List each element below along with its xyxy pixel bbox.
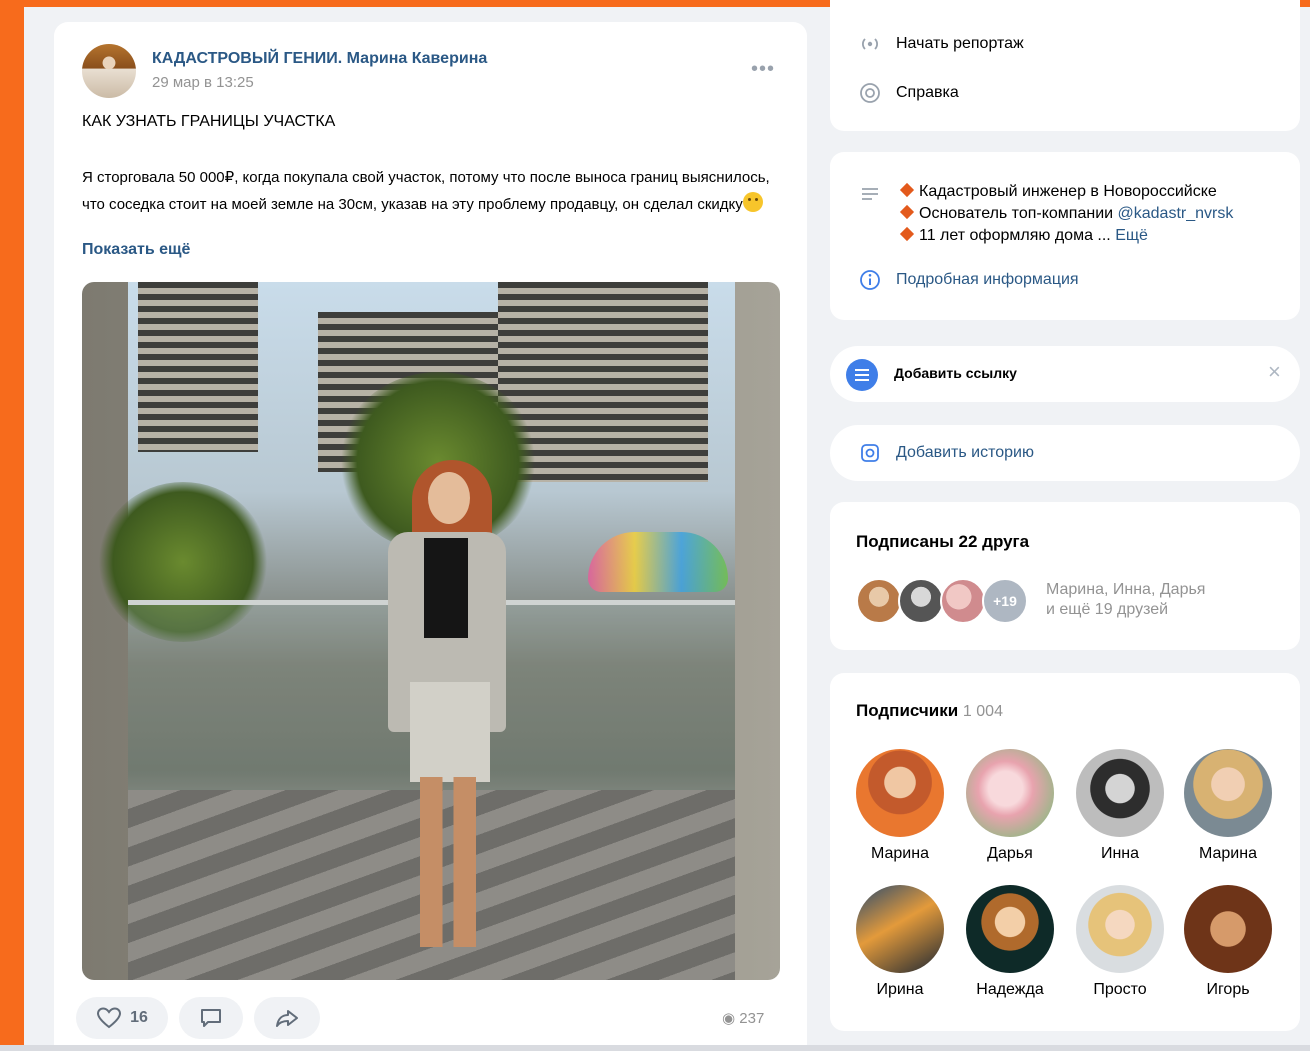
follower-avatar <box>966 749 1054 837</box>
follower-avatar <box>856 749 944 837</box>
comment-icon <box>201 1009 221 1027</box>
more-options-icon[interactable]: ••• <box>751 58 775 81</box>
follower-item[interactable]: Инна <box>1070 749 1170 863</box>
help-icon <box>858 81 882 105</box>
photo-scene <box>98 282 735 980</box>
friend-avatar[interactable] <box>856 578 902 624</box>
follower-name: Марина <box>871 845 929 862</box>
post-text: Я сторговала 50 000₽, когда покупала сво… <box>82 164 772 218</box>
post-photo[interactable] <box>82 282 780 980</box>
follower-name: Дарья <box>987 845 1033 862</box>
follower-item[interactable]: Надежда <box>960 885 1060 999</box>
text-lines-icon <box>858 182 882 206</box>
info-icon <box>858 268 882 292</box>
like-count: 16 <box>130 1009 148 1026</box>
wink-emoji-icon <box>742 192 763 212</box>
followers-count: 1 004 <box>962 703 1003 720</box>
about-line-text: 11 лет оформляю дома ... <box>919 227 1116 244</box>
friend-avatar[interactable] <box>898 578 944 624</box>
add-story-label: Добавить историю <box>896 444 1034 461</box>
friend-avatar[interactable] <box>940 578 986 624</box>
about-status: Кадастровый инженер в Новороссийске Осно… <box>899 181 1234 247</box>
help-label: Справка <box>896 84 959 101</box>
instagram-handle-link[interactable]: @kadastr_nvrsk <box>1118 205 1234 222</box>
start-broadcast-label: Начать репортаж <box>896 35 1024 52</box>
follower-item[interactable]: Просто <box>1070 885 1170 999</box>
about-line: 11 лет оформляю дома ... Ещё <box>899 225 1233 247</box>
post-author[interactable]: КАДАСТРОВЫЙ ГЕНИИ. Марина Каверина <box>152 50 487 68</box>
follower-item[interactable]: Марина <box>850 749 950 863</box>
link-list-icon <box>846 359 878 391</box>
follower-name: Ирина <box>876 981 924 998</box>
post-date[interactable]: 29 мар в 13:25 <box>152 74 254 91</box>
follower-avatar <box>1184 885 1272 973</box>
friends-names: Марина, Инна, Дарья <box>1046 581 1206 598</box>
post-text-body: Я сторговала 50 000₽, когда покупала сво… <box>82 169 770 213</box>
profile-about-card: Кадастровый инженер в Новороссийске Осно… <box>830 152 1300 320</box>
views-counter: ◉ 237 <box>722 1009 764 1027</box>
friends-title[interactable]: Подписаны 22 друга <box>856 532 1029 552</box>
follower-item[interactable]: Игорь <box>1178 885 1278 999</box>
broadcast-icon <box>858 32 882 56</box>
heart-icon <box>97 1007 122 1029</box>
start-broadcast-item[interactable]: Начать репортаж <box>858 32 1024 56</box>
friends-more: и ещё 19 друзей <box>1046 601 1169 618</box>
about-line: Основатель топ-компании @kadastr_nvrsk <box>899 203 1234 225</box>
orange-frame-left <box>0 0 24 1051</box>
follower-avatar <box>966 885 1054 973</box>
friends-card: Подписаны 22 друга +19 Марина, Инна, Дар… <box>830 502 1300 650</box>
add-story-item[interactable]: Добавить историю <box>858 441 1034 465</box>
follower-avatar <box>1184 749 1272 837</box>
about-line-text: Кадастровый инженер в Новороссийске <box>919 183 1217 200</box>
follower-name: Игорь <box>1206 981 1250 998</box>
follower-name: Просто <box>1093 981 1147 998</box>
follower-name: Марина <box>1199 845 1257 862</box>
followers-card: Подписчики 1 004 Марина Дарья Инна Марин… <box>830 673 1300 1031</box>
about-line-text: Основатель топ-компании <box>919 205 1118 222</box>
follower-name: Инна <box>1100 845 1140 862</box>
help-item[interactable]: Справка <box>858 81 959 105</box>
more-friends-badge[interactable]: +19 <box>982 578 1028 624</box>
followers-title-label: Подписчики <box>856 701 959 720</box>
add-story-card[interactable]: Добавить историю <box>830 425 1300 481</box>
story-icon <box>858 441 882 465</box>
add-link-card[interactable]: Добавить ссылку × <box>830 346 1300 402</box>
follower-name: Надежда <box>976 981 1044 998</box>
comment-button[interactable] <box>179 997 243 1039</box>
close-icon[interactable]: × <box>1268 359 1281 385</box>
profile-actions-card: Начать репортаж Справка <box>830 0 1300 131</box>
follower-item[interactable]: Ирина <box>850 885 950 999</box>
like-button[interactable]: 16 <box>76 997 168 1039</box>
friends-summary[interactable]: Марина, Инна, Дарья и ещё 19 друзей <box>1046 580 1205 620</box>
details-label: Подробная информация <box>896 271 1079 288</box>
follower-item[interactable]: Марина <box>1178 749 1278 863</box>
share-button[interactable] <box>254 997 320 1039</box>
add-link-label: Добавить ссылку <box>894 365 1017 381</box>
follower-avatar <box>1076 749 1164 837</box>
bottom-bar <box>0 1045 1310 1051</box>
follower-avatar <box>1076 885 1164 973</box>
show-more-link[interactable]: Показать ещё <box>82 241 190 259</box>
details-link[interactable]: Подробная информация <box>858 268 1079 292</box>
author-avatar[interactable] <box>82 44 136 98</box>
post-title: КАК УЗНАТЬ ГРАНИЦЫ УЧАСТКА <box>82 113 336 130</box>
eye-icon: ◉ <box>722 1010 736 1027</box>
about-line: Кадастровый инженер в Новороссийске <box>899 181 1233 203</box>
followers-title[interactable]: Подписчики 1 004 <box>856 701 1003 721</box>
post-card: КАДАСТРОВЫЙ ГЕНИИ. Марина Каверина 29 ма… <box>54 22 807 1051</box>
share-icon <box>276 1010 298 1027</box>
more-link[interactable]: Ещё <box>1115 227 1148 244</box>
follower-item[interactable]: Дарья <box>960 749 1060 863</box>
follower-avatar <box>856 885 944 973</box>
view-count: 237 <box>739 1010 765 1027</box>
